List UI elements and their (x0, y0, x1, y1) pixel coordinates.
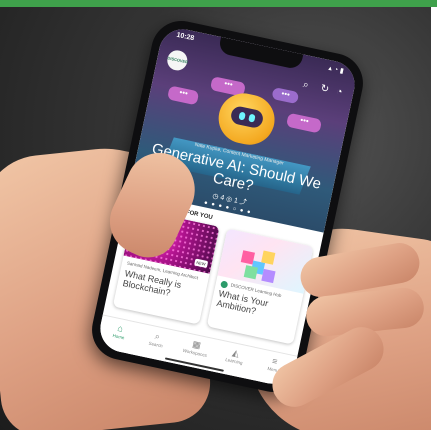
chat-bubble-icon: ••• (285, 112, 323, 134)
robot-illustration (214, 88, 280, 150)
robot-visor (229, 104, 265, 130)
robot-eye (248, 113, 256, 123)
nav-search[interactable]: ⌕ Search (138, 328, 177, 351)
white-border (0, 430, 437, 434)
top-green-banner (0, 0, 437, 7)
chat-bubble-icon: ••• (167, 85, 200, 106)
photo-frame: ••• ••• ••• ••• Nate Kupke, Content Mark… (0, 0, 437, 434)
cube-shape (261, 268, 276, 284)
nav-label: Home (112, 332, 125, 341)
nav-learning[interactable]: ◭ Learning (216, 344, 255, 367)
cube-shape (243, 265, 258, 280)
chat-bubble-icon: ••• (271, 87, 300, 105)
nav-home[interactable]: ⌂ Home (100, 320, 139, 343)
content-card[interactable]: DISCOVER Learning Hub What is Your Ambit… (206, 228, 314, 345)
nav-workspaces[interactable]: ▦ Workspaces (177, 336, 216, 359)
hub-icon (220, 280, 229, 289)
card-title[interactable]: What is Your Ambition? (216, 288, 298, 324)
white-border (431, 7, 437, 434)
robot-eye (238, 111, 246, 121)
cube-shape (261, 250, 276, 265)
